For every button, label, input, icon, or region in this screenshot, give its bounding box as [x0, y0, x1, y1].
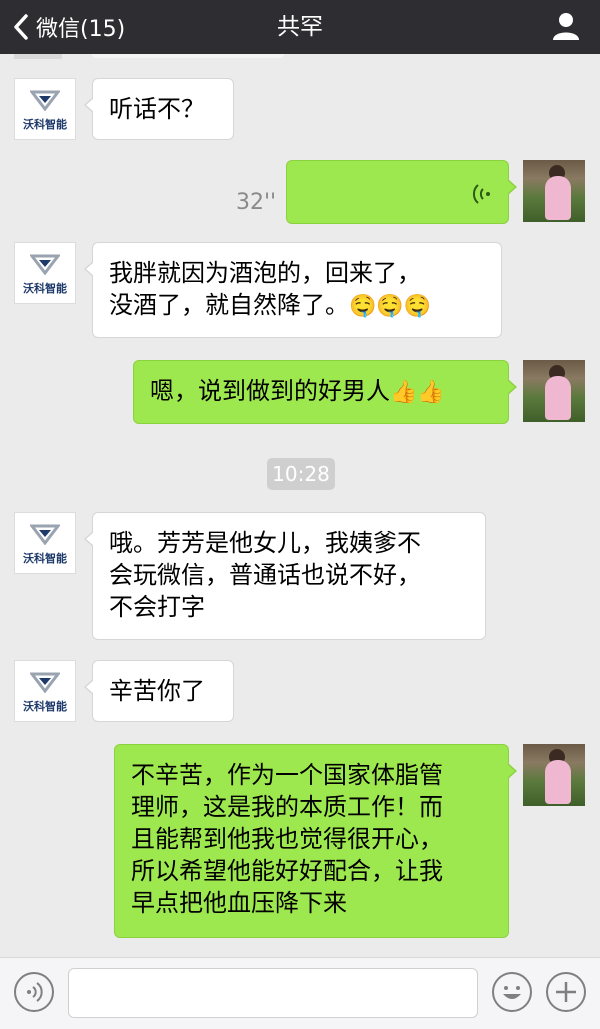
message-text: 辛苦你了	[109, 677, 205, 705]
plus-icon	[556, 982, 576, 1002]
message-line: 所以希望他能好好配合，让我	[131, 857, 443, 885]
message-line: 不辛苦，作为一个国家体脂管	[131, 761, 443, 789]
avatar-logo-text: 沃科智能	[23, 118, 67, 131]
self-avatar[interactable]	[523, 744, 585, 806]
message-bubble-outgoing[interactable]: 嗯，说到做到的好男人👍👍	[133, 360, 517, 424]
bubble-cutoff	[92, 54, 284, 58]
contact-avatar[interactable]: 沃科智能	[14, 242, 76, 304]
message-text: 嗯，说到做到的好男人	[150, 377, 390, 405]
message-bubble-incoming[interactable]: 辛苦你了	[84, 660, 234, 722]
message-line: 理师，这是我的本质工作！而	[131, 793, 443, 821]
grinning-face-emoji: 🤤🤤🤤	[349, 294, 432, 319]
self-avatar[interactable]	[523, 160, 585, 222]
contact-avatar[interactable]: 沃科智能	[14, 78, 76, 140]
avatar-logo-text: 沃科智能	[23, 552, 67, 565]
avatar-photo-body	[545, 176, 571, 220]
message-line: 且能帮到他我也觉得很开心，	[131, 825, 443, 853]
title-bar: 微信(15) 共罕	[0, 0, 600, 54]
message-bubble-incoming[interactable]: 听话不？	[84, 78, 234, 140]
timestamp-badge: 10:28	[267, 458, 335, 490]
message-bubble-incoming[interactable]: 哦。芳芳是他女儿，我姨爹不 会玩微信，普通话也说不好， 不会打字	[84, 512, 486, 640]
message-line: 早点把他血压降下来	[131, 889, 347, 917]
message-text: 听话不？	[109, 95, 205, 123]
back-button[interactable]: 微信(15)	[12, 10, 125, 44]
voice-message-bubble[interactable]	[286, 160, 517, 224]
voice-wave-icon	[472, 184, 490, 204]
self-avatar[interactable]	[523, 360, 585, 422]
message-line: 会玩微信，普通话也说不好，	[109, 561, 421, 589]
logo-icon	[30, 254, 60, 275]
message-line: 我胖就因为酒泡的，回来了，	[109, 259, 421, 287]
more-button[interactable]	[546, 972, 586, 1012]
input-bar	[0, 957, 600, 1029]
voice-mode-button[interactable]	[14, 972, 54, 1012]
logo-icon	[30, 524, 60, 545]
avatar-logo-text: 沃科智能	[23, 700, 67, 713]
contact-avatar[interactable]: 沃科智能	[14, 660, 76, 722]
avatar-cutoff	[14, 54, 62, 59]
back-label: 微信(15)	[36, 17, 126, 42]
chat-area[interactable]: 沃科智能 听话不？ 32'' 沃科智能 我胖就因为酒泡的，回来了， 没酒了，就自…	[0, 54, 600, 957]
message-input[interactable]	[68, 968, 478, 1018]
contact-avatar[interactable]: 沃科智能	[14, 512, 76, 574]
chevron-left-icon	[14, 14, 28, 40]
voice-mode-icon	[27, 982, 43, 1002]
voice-duration: 32''	[236, 190, 277, 215]
message-bubble-outgoing[interactable]: 不辛苦，作为一个国家体脂管 理师，这是我的本质工作！而 且能帮到他我也觉得很开心…	[114, 744, 517, 938]
avatar-logo-text: 沃科智能	[23, 282, 67, 295]
logo-icon	[30, 90, 60, 111]
logo-icon	[30, 672, 60, 693]
emoji-button[interactable]	[492, 972, 532, 1012]
thumbs-up-emoji: 👍👍	[390, 380, 445, 405]
message-line: 哦。芳芳是他女儿，我姨爹不	[109, 529, 421, 557]
avatar-photo-body	[545, 376, 571, 420]
message-bubble-incoming[interactable]: 我胖就因为酒泡的，回来了， 没酒了，就自然降了。🤤🤤🤤	[84, 242, 502, 338]
emoji-icon	[503, 986, 521, 999]
message-line: 不会打字	[109, 593, 205, 621]
profile-button[interactable]	[550, 10, 582, 42]
person-icon	[553, 13, 579, 40]
avatar-photo-body	[545, 760, 571, 804]
message-line: 没酒了，就自然降了。	[109, 291, 349, 319]
